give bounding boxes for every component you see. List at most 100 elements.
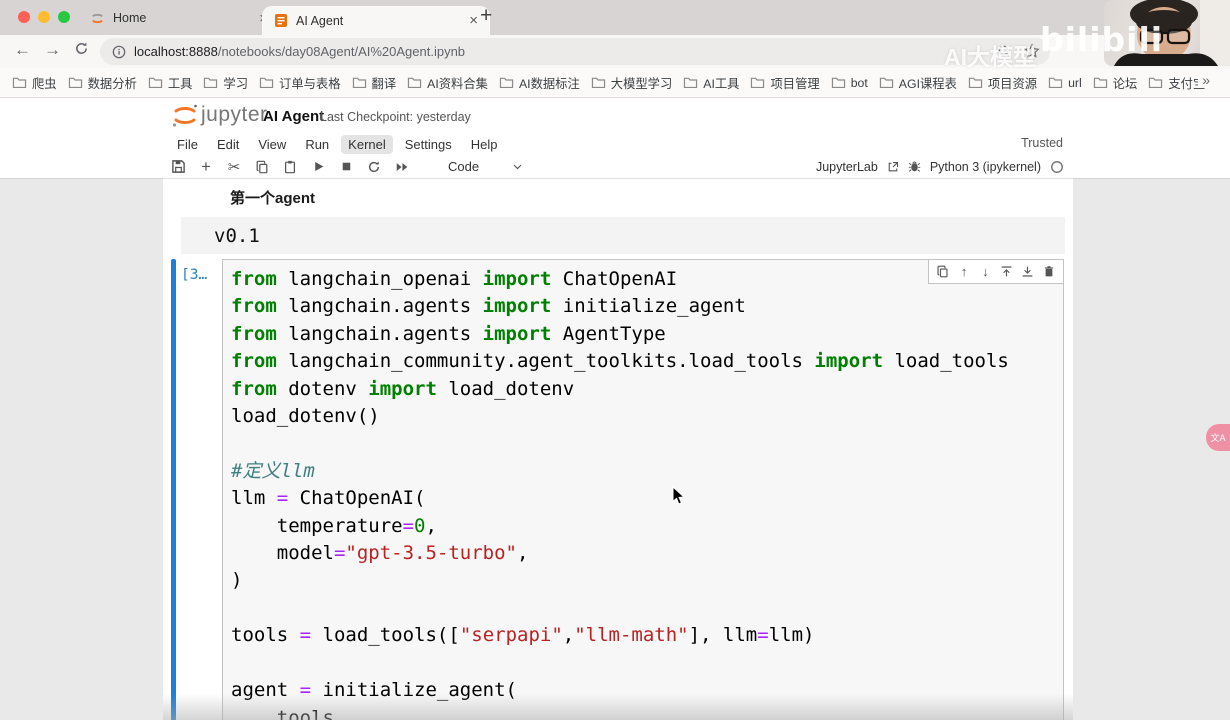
bookmark-label: 爬虫: [32, 76, 57, 91]
back-icon[interactable]: ←: [14, 40, 31, 60]
translate-float-button[interactable]: 文A: [1206, 424, 1230, 451]
bookmark-item[interactable]: 工具: [148, 74, 193, 92]
bookmark-item[interactable]: AI数据标注: [499, 74, 580, 92]
cut-cell-button[interactable]: ✂: [226, 159, 242, 176]
bookmark-item[interactable]: 论坛: [1093, 74, 1137, 92]
jupyter-favicon: [92, 13, 103, 23]
code-line: agent = initialize_agent(: [231, 679, 517, 702]
menu-help[interactable]: Help: [464, 135, 505, 154]
bookmark-item[interactable]: 翻译: [352, 74, 396, 92]
bookmark-label: 订单与表格: [279, 76, 341, 91]
window-controls: [18, 11, 70, 23]
bookmark-item[interactable]: 支付宝: [1148, 74, 1205, 92]
bookmark-item[interactable]: 订单与表格: [259, 74, 341, 92]
bilibili-watermark: bilibili: [1040, 20, 1164, 59]
cell-type-chevron-down-icon[interactable]: [509, 159, 525, 175]
menu-settings[interactable]: Settings: [398, 135, 459, 154]
folder-icon: [408, 77, 422, 89]
code-line: llm = ChatOpenAI(: [231, 487, 426, 510]
jupyter-logo-text[interactable]: jupyter: [201, 103, 268, 127]
duplicate-cell-icon[interactable]: [935, 264, 950, 279]
save-button[interactable]: [170, 159, 186, 175]
bookmark-label: AI资料合集: [427, 76, 488, 91]
code-editor[interactable]: from langchain_openai import ChatOpenAI f…: [231, 266, 1059, 720]
reload-icon[interactable]: [74, 41, 89, 61]
bookmark-item[interactable]: 数据分析: [68, 74, 137, 92]
kernel-name[interactable]: Python 3 (ipykernel): [930, 160, 1041, 174]
bookmark-item[interactable]: 学习: [203, 74, 248, 92]
jupyterlab-link[interactable]: JupyterLab: [816, 160, 878, 174]
raw-cell[interactable]: v0.1: [181, 217, 1065, 254]
debugger-bug-icon[interactable]: [908, 160, 921, 173]
folder-icon: [204, 77, 218, 89]
url-host: localhost:8888: [134, 44, 218, 59]
bookmark-item[interactable]: AI资料合集: [407, 74, 488, 92]
restart-run-all-button[interactable]: [394, 159, 410, 175]
notebook-panel: 第一个agent v0.1 [3… from langchain_openai …: [163, 178, 1073, 720]
markdown-heading[interactable]: 第一个agent: [230, 187, 315, 208]
menu-view[interactable]: View: [251, 135, 293, 154]
bookmark-item[interactable]: 项目管理: [750, 74, 820, 92]
code-line: tools = load_tools(["serpapi","llm-math"…: [231, 624, 815, 647]
bookmark-item[interactable]: 大模型学习: [591, 74, 672, 92]
bookmarks-overflow-icon[interactable]: »: [1198, 72, 1214, 88]
bookmark-item[interactable]: url: [1048, 76, 1082, 90]
tab-ai-agent-close-icon[interactable]: ×: [469, 13, 478, 28]
jupyter-toolbar: + ✂ Code JupyterLab Python 3 (ipykernel): [0, 155, 1230, 179]
folder-icon: [352, 77, 366, 89]
delete-cell-icon[interactable]: [1042, 264, 1057, 279]
bookmark-label: 数据分析: [87, 76, 137, 91]
bookmark-item[interactable]: 项目资源: [968, 74, 1037, 92]
run-cell-button[interactable]: [310, 159, 326, 175]
interrupt-kernel-button[interactable]: [338, 159, 354, 175]
cell-selection-bar: [171, 259, 176, 720]
close-window-button[interactable]: [18, 11, 30, 23]
folder-icon: [12, 77, 27, 89]
paste-cell-button[interactable]: [282, 159, 298, 175]
move-cell-down-icon[interactable]: ↓: [978, 264, 993, 279]
checkpoint-status: Last Checkpoint: yesterday: [320, 110, 471, 124]
menu-run[interactable]: Run: [298, 135, 336, 154]
insert-cell-button[interactable]: +: [198, 157, 214, 176]
tab-ai-agent[interactable]: AI Agent ×: [262, 6, 490, 35]
bookmark-item[interactable]: AGI课程表: [879, 74, 957, 92]
menu-kernel[interactable]: Kernel: [341, 134, 393, 154]
code-line: load_dotenv(): [231, 405, 380, 428]
jupyter-logo-icon[interactable]: [169, 100, 201, 132]
notebook-favicon: [275, 14, 287, 27]
raw-cell-text: v0.1: [214, 224, 260, 247]
move-cell-up-icon[interactable]: ↑: [957, 264, 972, 279]
cell-type-select[interactable]: Code: [448, 159, 479, 174]
insert-cell-below-icon[interactable]: [1020, 264, 1035, 279]
minimize-window-button[interactable]: [38, 11, 50, 23]
menu-file[interactable]: File: [170, 135, 205, 154]
site-info-icon[interactable]: [112, 45, 126, 59]
new-tab-button[interactable]: +: [480, 4, 492, 28]
menu-edit[interactable]: Edit: [210, 135, 246, 154]
maximize-window-button[interactable]: [58, 11, 70, 23]
folder-icon: [1149, 77, 1163, 89]
bookmark-label: 工具: [167, 76, 193, 91]
notebook-title[interactable]: AI Agent: [263, 108, 324, 125]
bookmark-item[interactable]: bot: [831, 76, 868, 90]
tab-home[interactable]: Home ×: [80, 4, 278, 32]
copy-cell-button[interactable]: [254, 159, 270, 175]
bookmark-label: url: [1068, 75, 1082, 90]
trusted-badge[interactable]: Trusted: [1021, 136, 1063, 150]
restart-kernel-button[interactable]: [366, 159, 382, 175]
code-line: from langchain.agents import AgentType: [231, 322, 666, 345]
bookmark-item[interactable]: AI工具: [683, 74, 739, 92]
address-bar[interactable]: localhost:8888/notebooks/day08Agent/AI%2…: [100, 38, 1050, 65]
bookmark-label: AI数据标注: [518, 76, 580, 91]
folder-icon: [259, 77, 274, 89]
cell-toolbar: ↑ ↓: [928, 260, 1063, 284]
insert-cell-above-icon[interactable]: [999, 264, 1014, 279]
code-cell[interactable]: from langchain_openai import ChatOpenAI f…: [222, 259, 1064, 720]
tab-home-label: Home: [113, 11, 147, 25]
bookmark-label: AI工具: [703, 76, 740, 91]
bookmark-item[interactable]: 爬虫: [12, 74, 57, 92]
bookmark-label: 学习: [223, 76, 249, 91]
forward-icon[interactable]: →: [44, 40, 61, 60]
